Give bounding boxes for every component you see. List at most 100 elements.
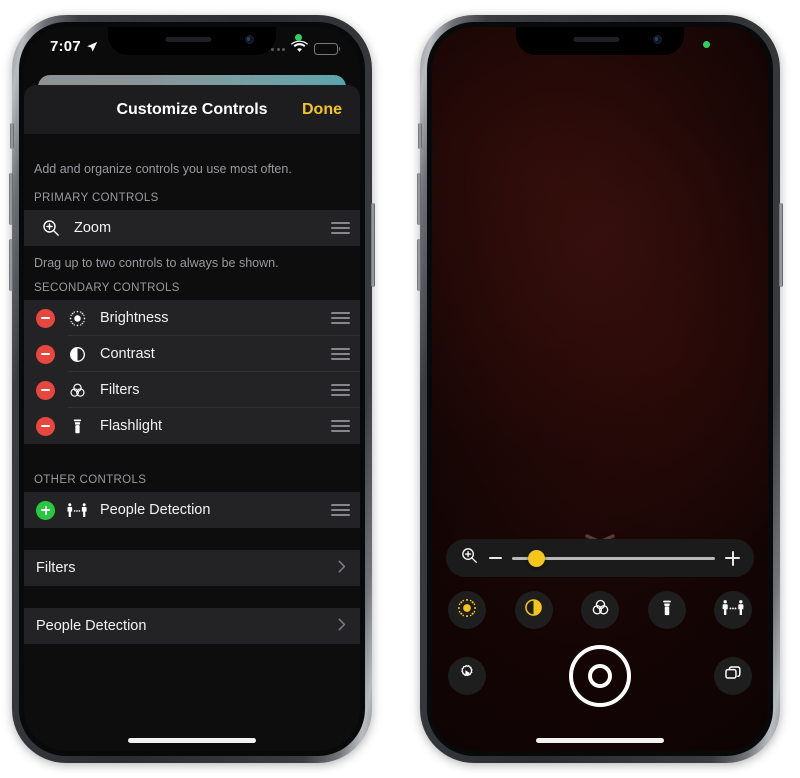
left-phone-device: Customize Controls Done Add and organize… bbox=[9, 15, 375, 763]
brightness-sun-icon bbox=[62, 309, 92, 328]
control-row-label: Filters bbox=[100, 382, 140, 398]
control-row-flashlight[interactable]: Flashlight bbox=[24, 408, 360, 444]
remove-badge-icon[interactable] bbox=[36, 380, 55, 400]
control-row-brightness[interactable]: Brightness bbox=[24, 300, 360, 336]
control-row-label: Brightness bbox=[100, 310, 169, 326]
control-row-contrast[interactable]: Contrast bbox=[24, 336, 360, 372]
sheet-body: Add and organize controls you use most o… bbox=[24, 134, 360, 644]
zoom-magnifier-icon bbox=[36, 218, 66, 238]
control-row-label: Zoom bbox=[74, 220, 112, 236]
volume-up-button[interactable] bbox=[9, 173, 13, 225]
screenshot-root: Customize Controls Done Add and organize… bbox=[0, 0, 800, 778]
flashlight-icon bbox=[657, 598, 677, 623]
wifi-icon bbox=[290, 40, 309, 58]
primary-footnote: Drag up to two controls to always be sho… bbox=[34, 256, 279, 270]
reorder-handle-icon[interactable] bbox=[331, 384, 350, 396]
people-detection-icon bbox=[62, 501, 92, 520]
zoom-slider-bar bbox=[446, 539, 754, 577]
control-row-label: People Detection bbox=[100, 502, 211, 518]
intro-footnote: Add and organize controls you use most o… bbox=[34, 162, 292, 176]
flashlight-button[interactable] bbox=[647, 591, 686, 629]
section-header-secondary: SECONDARY CONTROLS bbox=[34, 282, 180, 294]
section-header-primary: PRIMARY CONTROLS bbox=[34, 192, 159, 204]
filters-button[interactable] bbox=[581, 591, 619, 629]
right-phone-screen bbox=[432, 27, 768, 751]
settings-button[interactable] bbox=[448, 657, 486, 695]
chevron-right-icon bbox=[338, 617, 346, 635]
home-indicator[interactable] bbox=[128, 738, 256, 743]
nav-row-filters[interactable]: Filters bbox=[24, 550, 360, 586]
filters-venn-icon bbox=[62, 381, 92, 400]
reorder-handle-icon[interactable] bbox=[331, 504, 350, 516]
left-phone-screen: Customize Controls Done Add and organize… bbox=[24, 27, 360, 751]
filters-venn-icon bbox=[590, 597, 611, 623]
control-row-zoom[interactable]: Zoom bbox=[24, 210, 360, 246]
shutter-button[interactable] bbox=[569, 645, 631, 707]
right-phone-bezel bbox=[427, 22, 773, 756]
right-phone-device bbox=[417, 15, 783, 763]
remove-badge-icon[interactable] bbox=[36, 416, 55, 436]
reorder-handle-icon[interactable] bbox=[331, 420, 350, 432]
done-button[interactable]: Done bbox=[302, 101, 342, 119]
status-time-text: 7:07 bbox=[50, 38, 81, 55]
silent-switch[interactable] bbox=[10, 123, 14, 149]
volume-down-button[interactable] bbox=[417, 239, 421, 291]
multi-capture-button[interactable] bbox=[714, 657, 752, 695]
remove-badge-icon[interactable] bbox=[36, 308, 55, 328]
slider-thumb[interactable] bbox=[527, 549, 545, 567]
nav-row-label: Filters bbox=[36, 560, 76, 576]
layers-icon bbox=[723, 663, 744, 689]
power-button[interactable] bbox=[371, 203, 375, 287]
remove-badge-icon[interactable] bbox=[36, 344, 55, 364]
reorder-handle-icon[interactable] bbox=[331, 312, 350, 324]
earpiece-speaker bbox=[165, 37, 212, 42]
volume-down-button[interactable] bbox=[9, 239, 13, 291]
plus-icon[interactable] bbox=[725, 550, 740, 566]
control-row-label: Contrast bbox=[100, 346, 155, 362]
people-detection-button[interactable] bbox=[714, 591, 752, 629]
location-arrow-icon bbox=[86, 41, 98, 53]
people-detection-icon bbox=[721, 598, 745, 623]
home-indicator[interactable] bbox=[536, 738, 664, 743]
power-button[interactable] bbox=[779, 203, 783, 287]
earpiece-speaker bbox=[573, 37, 620, 42]
page-title: Customize Controls bbox=[116, 100, 268, 118]
control-row-people-detection[interactable]: People Detection bbox=[24, 492, 360, 528]
settings-gear-icon bbox=[457, 663, 478, 689]
customize-controls-sheet: Customize Controls Done Add and organize… bbox=[24, 85, 360, 751]
right-notch bbox=[516, 27, 684, 55]
reorder-handle-icon[interactable] bbox=[331, 348, 350, 360]
volume-up-button[interactable] bbox=[417, 173, 421, 225]
status-time: 7:07 bbox=[50, 38, 98, 55]
front-camera-icon bbox=[653, 35, 662, 44]
battery-icon bbox=[314, 43, 341, 55]
magnifier-controls-panel bbox=[432, 539, 768, 751]
add-badge-icon[interactable] bbox=[36, 500, 55, 520]
status-icons bbox=[265, 40, 341, 58]
chevron-right-icon bbox=[338, 559, 346, 577]
section-header-other: OTHER CONTROLS bbox=[34, 474, 147, 486]
tool-buttons-row bbox=[446, 591, 754, 629]
nav-row-label: People Detection bbox=[36, 618, 147, 634]
nav-row-people-detection[interactable]: People Detection bbox=[24, 608, 360, 644]
sheet-navigation-bar: Customize Controls Done bbox=[24, 85, 360, 134]
nav-spacer-top bbox=[24, 528, 360, 550]
nav-spacer-mid bbox=[24, 586, 360, 608]
zoom-slider[interactable] bbox=[512, 549, 715, 567]
reorder-handle-icon[interactable] bbox=[331, 222, 350, 234]
contrast-half-circle-icon bbox=[523, 597, 544, 623]
front-camera-icon bbox=[245, 35, 254, 44]
flashlight-icon bbox=[62, 417, 92, 436]
camera-in-use-indicator bbox=[295, 34, 302, 41]
shutter-icon bbox=[588, 664, 612, 688]
minus-icon[interactable] bbox=[489, 557, 502, 559]
camera-in-use-indicator bbox=[703, 41, 710, 48]
bottom-buttons-row bbox=[446, 645, 754, 707]
brightness-button[interactable] bbox=[448, 591, 486, 629]
section-spacer bbox=[24, 444, 360, 466]
zoom-magnifier-icon bbox=[460, 546, 479, 570]
contrast-button[interactable] bbox=[514, 591, 553, 629]
contrast-half-circle-icon bbox=[62, 345, 92, 364]
silent-switch[interactable] bbox=[418, 123, 422, 149]
control-row-filters[interactable]: Filters bbox=[24, 372, 360, 408]
